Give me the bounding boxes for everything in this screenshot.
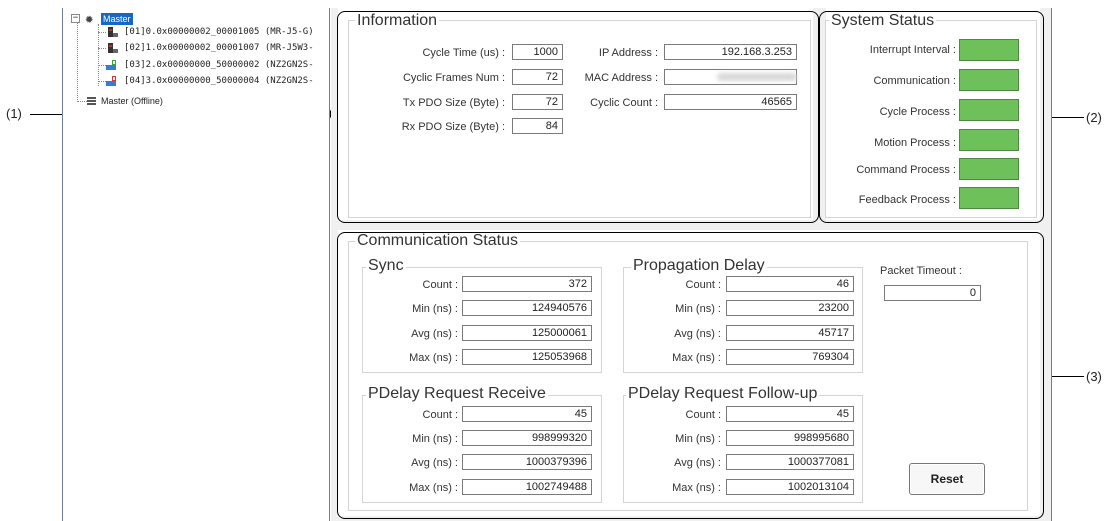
pdelay-receive-count-field: 45 <box>462 406 592 422</box>
tree-root-label: Master <box>101 13 133 25</box>
sync-title: Sync <box>366 257 406 274</box>
system-status-title: System Status <box>829 12 937 29</box>
pdelay-followup-max-label: Max (ns) : <box>672 482 721 494</box>
cycle-process-label: Cycle Process : <box>879 106 956 118</box>
motion-process-indicator <box>959 129 1019 151</box>
device-tree: − ✹ Master [01]0.0x00000002_00001005 (MR… <box>62 8 330 521</box>
cycle-time-field: 1000 <box>512 44 563 60</box>
pdelay-receive-max-label: Max (ns) : <box>409 482 458 494</box>
callout-3-line <box>1048 376 1084 377</box>
servo-amplifier-icon <box>106 43 118 53</box>
interrupt-interval-label: Interrupt Interval : <box>869 44 956 56</box>
propagation-min-label: Min (ns) : <box>675 303 721 315</box>
network-module-icon <box>106 60 118 70</box>
sync-avg-label: Avg (ns) : <box>411 328 458 340</box>
network-module-icon <box>106 76 118 86</box>
command-process-indicator <box>959 158 1019 180</box>
pdelay-followup-min-label: Min (ns) : <box>675 433 721 445</box>
tree-item-label: [03]2.0x00000000_50000002 (NZ2GN2S- <box>124 60 314 70</box>
information-title: Information <box>355 12 440 29</box>
feedback-process-indicator <box>959 187 1019 209</box>
packet-timeout-field: 0 <box>884 285 981 301</box>
packet-timeout-label: Packet Timeout : <box>880 265 962 277</box>
propagation-count-field: 46 <box>726 276 854 292</box>
pdelay-followup-min-field: 998995680 <box>726 430 854 446</box>
reset-button[interactable]: Reset <box>909 463 985 495</box>
pdelay-receive-avg-label: Avg (ns) : <box>411 457 458 469</box>
servo-amplifier-icon <box>106 27 118 37</box>
offline-master-icon <box>87 96 99 106</box>
gear-icon: ✹ <box>85 11 94 27</box>
tx-pdo-label: Tx PDO Size (Byte) : <box>402 97 505 109</box>
feedback-process-label: Feedback Process : <box>858 194 956 206</box>
propagation-max-field: 769304 <box>726 349 854 365</box>
mac-address-label: MAC Address : <box>584 72 658 84</box>
tree-item-label: [02]1.0x00000002_00001007 (MR-J5W3- <box>124 43 314 53</box>
pdelay-followup-avg-label: Avg (ns) : <box>674 457 721 469</box>
communication-status-title: Communication Status <box>355 232 520 249</box>
pdelay-receive-max-field: 1002749488 <box>462 479 592 495</box>
propagation-avg-label: Avg (ns) : <box>674 328 721 340</box>
redacted-value <box>717 73 798 81</box>
callout-1: (1) <box>6 106 22 121</box>
rx-pdo-label: Rx PDO Size (Byte) : <box>401 121 505 133</box>
sync-avg-field: 125000061 <box>462 325 592 341</box>
interrupt-interval-indicator <box>959 39 1019 61</box>
communication-indicator <box>959 69 1019 91</box>
pdelay-followup-title: PDelay Request Follow-up <box>626 385 820 402</box>
tree-item-label: [04]3.0x00000000_50000004 (NZ2GN2S- <box>124 76 314 86</box>
cycle-process-indicator <box>959 99 1019 121</box>
pdelay-receive-avg-field: 1000379396 <box>462 454 592 470</box>
mac-address-field <box>664 69 798 85</box>
communication-label: Communication : <box>873 75 956 87</box>
cyclic-count-label: Cyclic Count : <box>590 97 658 109</box>
sync-max-label: Max (ns) : <box>409 352 458 364</box>
pdelay-followup-count-field: 45 <box>726 406 854 422</box>
pdelay-receive-count-label: Count : <box>422 409 458 421</box>
pdelay-receive-min-field: 998999320 <box>462 430 592 446</box>
sync-count-field: 372 <box>462 276 592 292</box>
pdelay-followup-count-label: Count : <box>685 409 721 421</box>
tx-pdo-field: 72 <box>512 94 563 110</box>
callout-2: (2) <box>1086 110 1102 125</box>
callout-2-line <box>1048 117 1084 118</box>
cycle-time-label: Cycle Time (us) : <box>422 47 505 59</box>
propagation-avg-field: 45717 <box>726 325 854 341</box>
propagation-max-label: Max (ns) : <box>672 352 721 364</box>
propagation-count-label: Count : <box>685 279 721 291</box>
tree-item-label: Master (Offline) <box>101 96 163 106</box>
sync-min-label: Min (ns) : <box>412 303 458 315</box>
cyclic-frames-label: Cyclic Frames Num : <box>402 72 505 84</box>
cyclic-count-field: 46565 <box>664 94 797 110</box>
motion-process-label: Motion Process : <box>874 137 956 149</box>
propagation-delay-title: Propagation Delay <box>631 257 767 274</box>
rx-pdo-field: 84 <box>512 118 563 134</box>
cyclic-frames-field: 72 <box>512 69 563 85</box>
propagation-min-field: 23200 <box>726 300 854 316</box>
ip-address-field: 192.168.3.253 <box>664 44 797 60</box>
sync-max-field: 125053968 <box>462 349 592 365</box>
pdelay-followup-max-field: 1002013104 <box>726 479 854 495</box>
command-process-label: Command Process : <box>856 164 956 176</box>
collapse-toggle-icon[interactable]: − <box>71 14 80 23</box>
tree-item-label: [01]0.0x00000002_00001005 (MR-J5-G) <box>124 27 314 37</box>
pdelay-receive-title: PDelay Request Receive <box>366 385 548 402</box>
pdelay-followup-avg-field: 1000377081 <box>726 454 854 470</box>
callout-3: (3) <box>1086 369 1102 384</box>
sync-min-field: 124940576 <box>462 300 592 316</box>
pdelay-receive-min-label: Min (ns) : <box>412 433 458 445</box>
sync-count-label: Count : <box>422 279 458 291</box>
ip-address-label: IP Address : <box>598 47 658 59</box>
